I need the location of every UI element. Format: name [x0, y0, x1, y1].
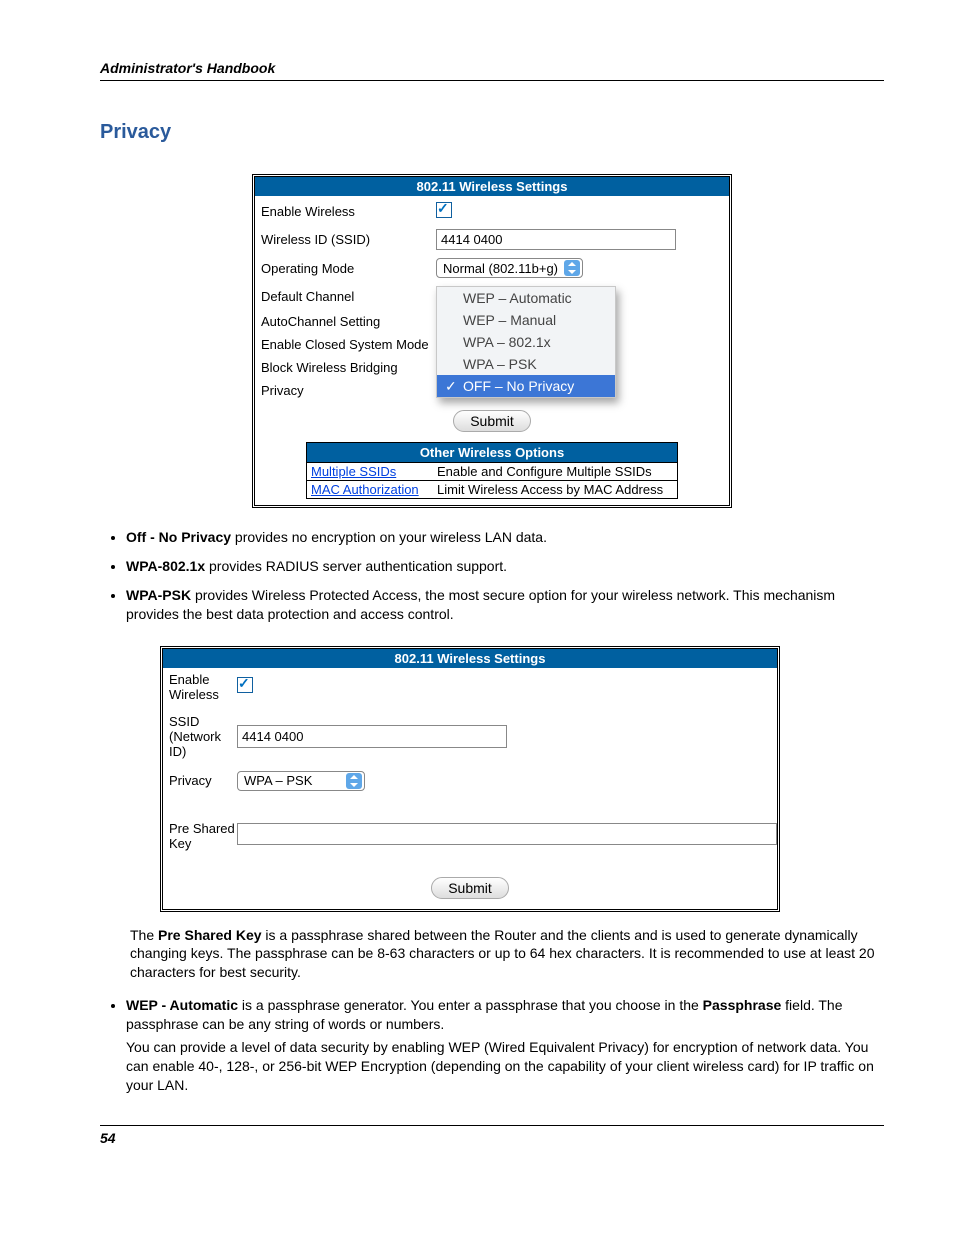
submit-button-2[interactable]: Submit	[431, 877, 509, 899]
label-block-bridging: Block Wireless Bridging	[261, 360, 436, 375]
label-autochannel: AutoChannel Setting	[261, 314, 436, 329]
privacy-option[interactable]: WEP – Manual	[437, 309, 615, 331]
other-options-title: Other Wireless Options	[307, 443, 677, 463]
privacy-dropdown[interactable]: WEP – Automatic WEP – Manual WPA – 802.1…	[436, 286, 616, 398]
label-ssid: Wireless ID (SSID)	[261, 232, 436, 247]
link-multiple-ssids[interactable]: Multiple SSIDs	[311, 464, 431, 479]
label-privacy-2: Privacy	[169, 773, 237, 788]
link-mac-auth[interactable]: MAC Authorization	[311, 482, 431, 497]
input-psk[interactable]	[237, 823, 777, 845]
input-ssid[interactable]: 4414 0400	[436, 229, 676, 250]
select-privacy-2[interactable]: WPA – PSK	[237, 771, 365, 791]
bullet-wep-auto: WEP - Automatic is a passphrase generato…	[126, 996, 884, 1094]
wireless-settings-panel-2: 802.11 Wireless Settings Enable Wireless…	[160, 646, 780, 912]
panel2-title: 802.11 Wireless Settings	[163, 649, 777, 668]
label-enable-wireless: Enable Wireless	[261, 204, 436, 219]
input-ssid-2[interactable]: 4414 0400	[237, 725, 507, 748]
bullet-wpa8021x: WPA-802.1x provides RADIUS server authen…	[126, 557, 884, 576]
label-ssid-2: SSID (Network ID)	[169, 714, 237, 759]
privacy-option[interactable]: WPA – 802.1x	[437, 331, 615, 353]
running-header: Administrator's Handbook	[100, 60, 884, 81]
psk-paragraph: The Pre Shared Key is a passphrase share…	[130, 926, 884, 983]
privacy-option[interactable]: WPA – PSK	[437, 353, 615, 375]
page-number: 54	[100, 1130, 116, 1146]
label-opmode: Operating Mode	[261, 261, 436, 276]
checkbox-enable-wireless-2[interactable]	[237, 677, 253, 693]
stepper-icon	[564, 260, 580, 276]
label-channel: Default Channel	[261, 289, 436, 304]
label-enable-wireless-2: Enable Wireless	[169, 672, 237, 702]
desc-multiple-ssids: Enable and Configure Multiple SSIDs	[437, 464, 652, 479]
privacy-option[interactable]: WEP – Automatic	[437, 287, 615, 309]
desc-mac-auth: Limit Wireless Access by MAC Address	[437, 482, 663, 497]
bullet-wpapsk: WPA-PSK provides Wireless Protected Acce…	[126, 586, 884, 624]
section-title: Privacy	[100, 121, 884, 144]
label-privacy: Privacy	[261, 383, 436, 398]
page-footer: 54	[100, 1125, 884, 1146]
wireless-settings-panel-1: 802.11 Wireless Settings Enable Wireless…	[252, 174, 732, 508]
panel1-title: 802.11 Wireless Settings	[255, 177, 729, 196]
select-privacy-2-value: WPA – PSK	[244, 773, 340, 788]
select-opmode-value: Normal (802.11b+g)	[443, 261, 558, 276]
privacy-bullet-list: Off - No Privacy provides no encryption …	[126, 528, 884, 624]
select-opmode[interactable]: Normal (802.11b+g)	[436, 258, 583, 278]
other-wireless-options: Other Wireless Options Multiple SSIDs En…	[306, 442, 678, 499]
submit-button[interactable]: Submit	[453, 410, 531, 432]
label-psk: Pre Shared Key	[169, 803, 237, 851]
label-closed-system: Enable Closed System Mode	[261, 337, 436, 352]
privacy-option-selected[interactable]: OFF – No Privacy	[437, 375, 615, 397]
stepper-icon	[346, 773, 362, 789]
wep-subparagraph: You can provide a level of data security…	[126, 1038, 884, 1095]
checkbox-enable-wireless[interactable]	[436, 202, 452, 218]
bullet-off: Off - No Privacy provides no encryption …	[126, 528, 884, 547]
wep-bullet-list: WEP - Automatic is a passphrase generato…	[126, 996, 884, 1094]
